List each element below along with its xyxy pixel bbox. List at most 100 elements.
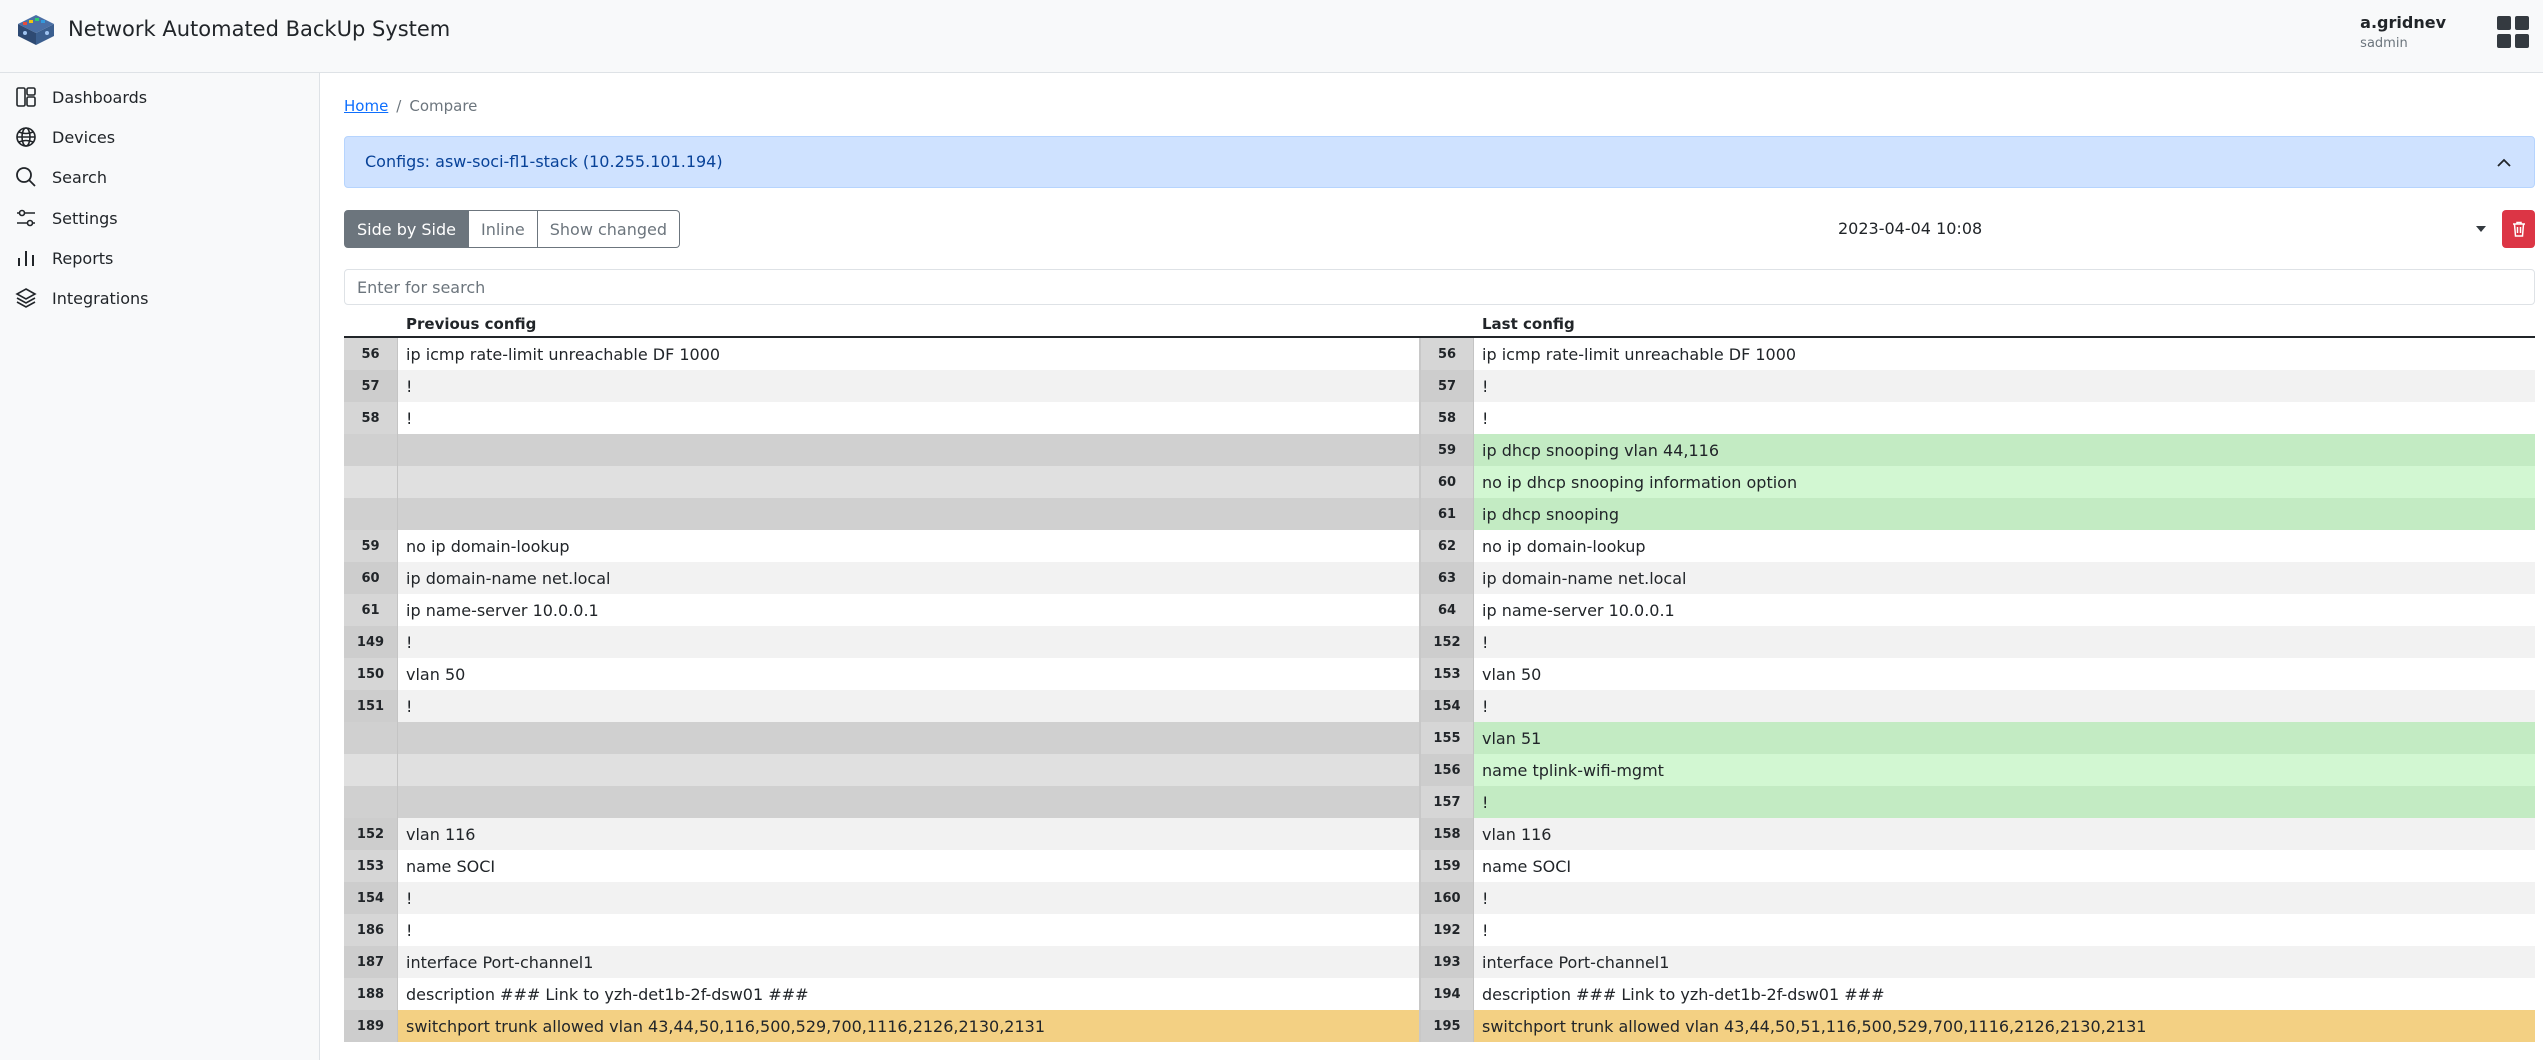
user-menu[interactable]: a.gridnev sadmin [2360, 13, 2446, 51]
last-line-text: ! [1474, 882, 2535, 914]
last-line-number: 159 [1420, 850, 1474, 882]
previous-line-number: 186 [344, 914, 398, 946]
globe-icon [16, 127, 36, 147]
previous-config-header: Previous config [406, 315, 537, 333]
diff-row: 60 ip domain-name net.local 63 ip domain-na… [344, 562, 2535, 594]
last-line-number: 195 [1420, 1010, 1474, 1042]
search-icon [16, 167, 36, 187]
previous-line-number: 56 [344, 338, 398, 370]
previous-line-text: ! [398, 690, 1420, 722]
previous-line-number [344, 498, 398, 530]
chevron-up-icon[interactable] [2494, 153, 2514, 173]
sidebar-item-integrations[interactable]: Integrations [14, 280, 149, 316]
previous-line-number: 59 [344, 530, 398, 562]
sidebar-item-label: Reports [52, 248, 114, 268]
last-line-text: name SOCI [1474, 850, 2535, 882]
search-input[interactable] [344, 269, 2535, 305]
last-line-text: vlan 51 [1474, 722, 2535, 754]
last-line-text: ! [1474, 626, 2535, 658]
previous-line-text: no ip domain-lookup [398, 530, 1420, 562]
previous-line-number [344, 466, 398, 498]
previous-line-text: ! [398, 914, 1420, 946]
config-accordion-header[interactable]: Configs: asw-soci-fl1-stack (10.255.101.… [344, 136, 2535, 188]
diff-table: Previous config Last config 56 ip icmp ra… [344, 311, 2535, 1042]
last-line-number: 56 [1420, 338, 1474, 370]
apps-grid-icon[interactable] [2497, 16, 2529, 48]
last-line-text: description ### Link to yzh-det1b-2f-dsw… [1474, 978, 2535, 1010]
sidebar-item-dashboards[interactable]: Dashboards [14, 79, 147, 115]
last-line-number: 59 [1420, 434, 1474, 466]
last-line-text: ! [1474, 402, 2535, 434]
diff-row: 154! 160! [344, 882, 2535, 914]
inline-button[interactable]: Inline [469, 210, 538, 248]
sidebar-item-devices[interactable]: Devices [14, 119, 115, 155]
delete-button[interactable] [2502, 210, 2535, 248]
sidebar-item-label: Devices [52, 127, 116, 147]
previous-line-number: 189 [344, 1010, 398, 1042]
diff-row: 58! 58! [344, 402, 2535, 434]
last-line-text: ! [1474, 690, 2535, 722]
caret-down-icon [2476, 226, 2486, 232]
previous-line-number: 152 [344, 818, 398, 850]
previous-line-number: 150 [344, 658, 398, 690]
diff-row: 189 switchport trunk allowed vlan 43,44,5… [344, 1010, 2535, 1042]
last-line-number: 57 [1420, 370, 1474, 402]
previous-line-number: 58 [344, 402, 398, 434]
config-title: Configs: asw-soci-fl1-stack (10.255.101.… [365, 152, 723, 171]
last-line-number: 193 [1420, 946, 1474, 978]
bar-chart-icon [18, 251, 34, 266]
last-line-number: 157 [1420, 786, 1474, 818]
diff-row: 187 interface Port-channel1 193 interface P… [344, 946, 2535, 978]
dashboard-icon [16, 87, 36, 107]
last-line-text: ip dhcp snooping vlan 44,116 [1474, 434, 2535, 466]
last-line-number: 156 [1420, 754, 1474, 786]
diff-row: 150 vlan 50 153 vlan 50 [344, 658, 2535, 690]
sidebar-item-label: Integrations [52, 288, 149, 308]
previous-line-text: interface Port-channel1 [398, 946, 1420, 978]
config-date-select[interactable]: 2023-04-04 10:08 [1824, 210, 2500, 248]
view-mode-toggle: Side by Side Inline Show changed [344, 210, 681, 248]
previous-line-number: 60 [344, 562, 398, 594]
user-role: sadmin [2360, 36, 2408, 51]
sidebar-item-label: Dashboards [52, 87, 148, 107]
show-changed-button[interactable]: Show changed [537, 210, 681, 248]
sidebar-item-search[interactable]: Search [14, 159, 107, 195]
diff-rows: 56 ip icmp rate-limit unreachable DF 1000… [344, 338, 2535, 1042]
breadcrumb-separator: / [396, 97, 402, 115]
diff-row: 155 vlan 51 [344, 722, 2535, 754]
diff-row: 61 ip dhcp snooping [344, 498, 2535, 530]
sidebar-item-label: Search [52, 167, 107, 187]
last-line-text: vlan 116 [1474, 818, 2535, 850]
diff-row: 153 name SOCI 159 name SOCI [344, 850, 2535, 882]
previous-line-number: 149 [344, 626, 398, 658]
previous-line-text: description ### Link to yzh-det1b-2f-dsw… [398, 978, 1420, 1010]
sliders-icon [17, 209, 35, 227]
diff-header: Previous config Last config [344, 311, 2535, 338]
config-date-value: 2023-04-04 10:08 [1838, 219, 1983, 238]
last-line-number: 153 [1420, 658, 1474, 690]
last-line-number: 60 [1420, 466, 1474, 498]
user-name: a.gridnev [2360, 13, 2446, 32]
previous-line-number: 153 [344, 850, 398, 882]
last-line-number: 192 [1420, 914, 1474, 946]
sidebar-item-settings[interactable]: Settings [14, 200, 118, 236]
last-line-number: 62 [1420, 530, 1474, 562]
app-logo-icon[interactable] [14, 9, 58, 53]
layers-icon [15, 288, 37, 308]
last-line-text: interface Port-channel1 [1474, 946, 2535, 978]
last-line-text: no ip domain-lookup [1474, 530, 2535, 562]
previous-line-text [398, 466, 1420, 498]
side-by-side-button[interactable]: Side by Side [344, 210, 469, 248]
diff-row: 157! [344, 786, 2535, 818]
sidebar-item-reports[interactable]: Reports [14, 240, 113, 276]
last-config-header: Last config [1482, 315, 1575, 333]
last-line-text: vlan 50 [1474, 658, 2535, 690]
last-line-text: ! [1474, 786, 2535, 818]
diff-row: 151! 154! [344, 690, 2535, 722]
breadcrumb-home-link[interactable]: Home [344, 97, 388, 115]
breadcrumb-current: Compare [409, 97, 478, 115]
previous-line-number: 151 [344, 690, 398, 722]
sidebar: Dashboards Devices Search Settings Repor… [0, 73, 320, 1060]
previous-line-text [398, 434, 1420, 466]
last-line-text: no ip dhcp snooping information option [1474, 466, 2535, 498]
